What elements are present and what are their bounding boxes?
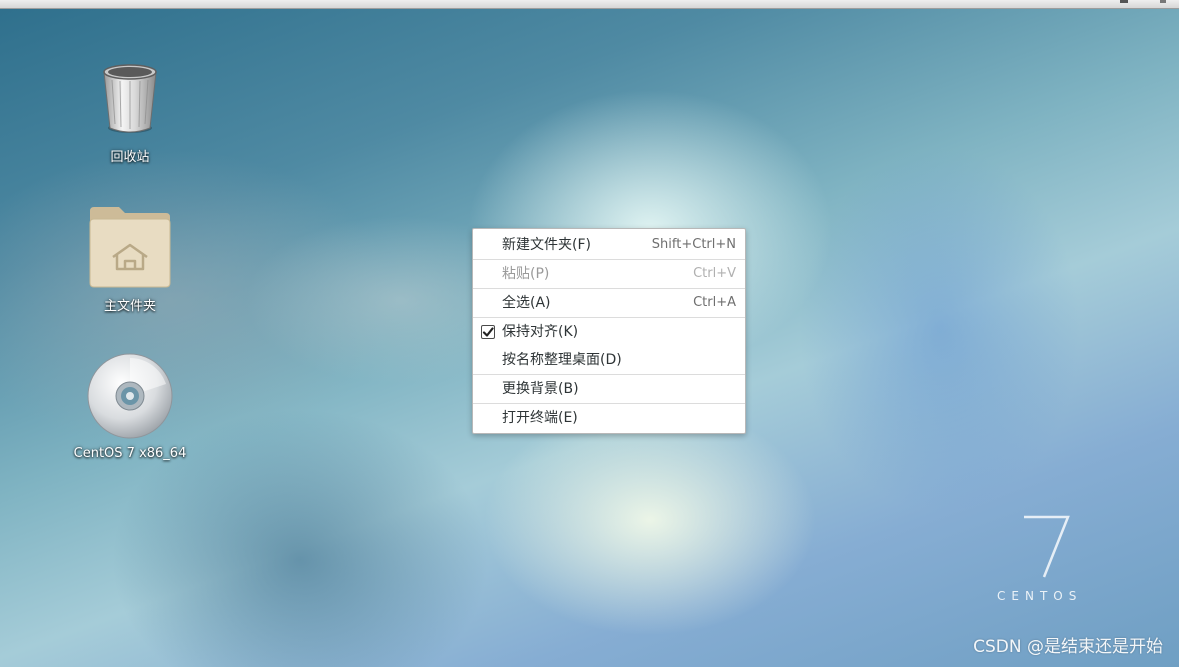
menu-item-keep-aligned[interactable]: 保持对齐(K) <box>473 318 745 346</box>
panel-indicator-icon[interactable] <box>1120 0 1128 3</box>
csdn-watermark: CSDN @是结束还是开始 <box>973 637 1163 657</box>
menu-item-open-terminal[interactable]: 打开终端(E) <box>473 404 745 432</box>
menu-item-label: 打开终端(E) <box>502 410 578 426</box>
trash-label: 回收站 <box>110 150 150 165</box>
menu-item-shortcut: Ctrl+A <box>693 295 736 310</box>
home-folder-icon <box>87 205 173 289</box>
desktop-icon-cdrom[interactable]: CentOS 7 x86_64 <box>60 352 200 461</box>
menu-item-select-all[interactable]: 全选(A) Ctrl+A <box>473 289 745 317</box>
optical-disc-icon <box>86 352 174 440</box>
menu-item-label: 粘贴(P) <box>502 266 550 282</box>
panel-menu-icon[interactable] <box>1160 0 1166 3</box>
desktop-context-menu: 新建文件夹(F) Shift+Ctrl+N 粘贴(P) Ctrl+V 全选(A)… <box>472 228 746 434</box>
menu-item-shortcut: Shift+Ctrl+N <box>651 237 736 252</box>
menu-item-change-background[interactable]: 更换背景(B) <box>473 375 745 403</box>
menu-item-arrange-by-name[interactable]: 按名称整理桌面(D) <box>473 346 745 374</box>
centos-wordmark: CENTOS <box>997 589 1083 603</box>
cdrom-label: CentOS 7 x86_64 <box>73 446 187 461</box>
desktop-icon-trash[interactable]: 回收站 <box>60 60 200 165</box>
menu-item-label: 更换背景(B) <box>502 381 579 397</box>
menu-item-label: 新建文件夹(F) <box>502 237 591 253</box>
top-panel <box>0 0 1179 9</box>
menu-item-label: 保持对齐(K) <box>502 324 579 340</box>
home-folder-label: 主文件夹 <box>103 299 156 314</box>
trash-icon <box>98 60 162 140</box>
checkbox-checked-icon[interactable] <box>481 325 495 339</box>
centos-7-logo <box>1024 515 1070 578</box>
menu-item-label: 按名称整理桌面(D) <box>502 352 622 368</box>
menu-item-shortcut: Ctrl+V <box>693 266 736 281</box>
menu-item-paste[interactable]: 粘贴(P) Ctrl+V <box>473 260 745 288</box>
desktop-icon-home-folder[interactable]: 主文件夹 <box>60 205 200 314</box>
desktop[interactable]: 回收站 主文件夹 CentOS 7 x86_64 新建文件夹(F) Shift+… <box>0 0 1179 667</box>
menu-item-label: 全选(A) <box>502 295 551 311</box>
menu-item-new-folder[interactable]: 新建文件夹(F) Shift+Ctrl+N <box>473 231 745 259</box>
